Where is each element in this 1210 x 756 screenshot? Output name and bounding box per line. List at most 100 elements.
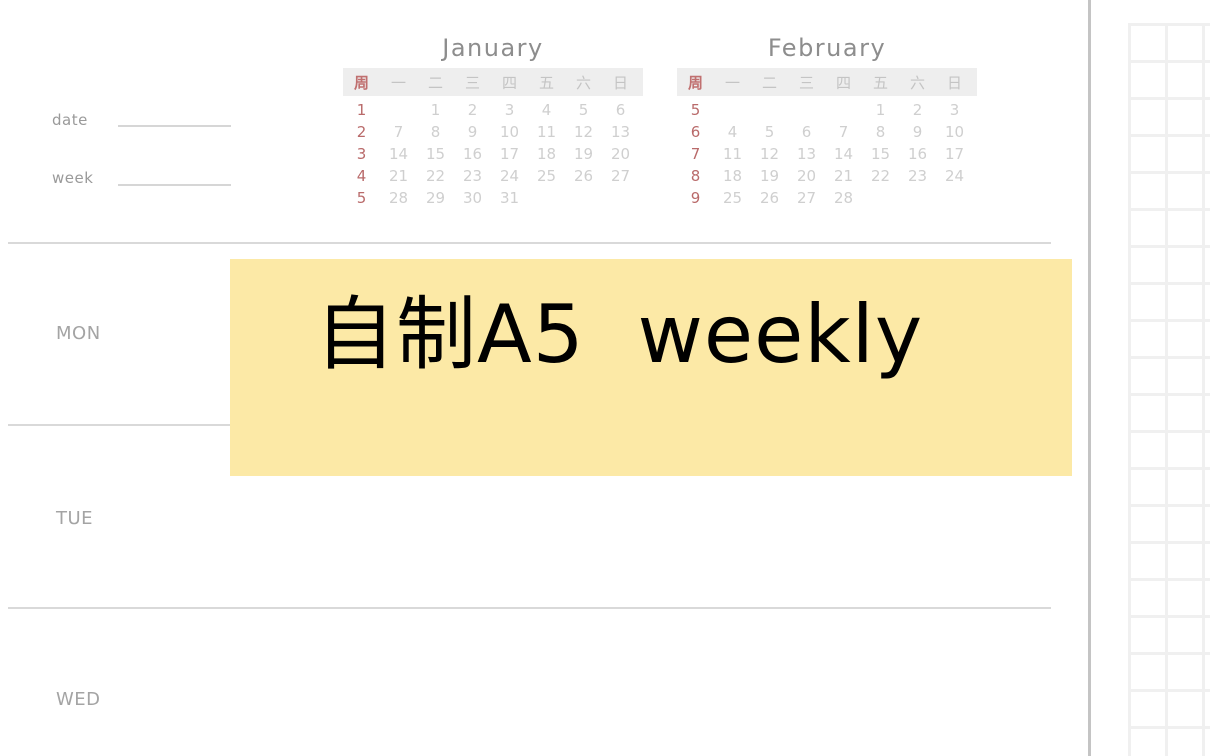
calendar-day: 20 — [796, 167, 817, 185]
calendar-day: 22 — [425, 167, 446, 185]
weekday-header: 五 — [872, 73, 888, 92]
month-title: February — [767, 34, 887, 62]
date-label: date — [52, 111, 88, 129]
calendar-day: 16 — [462, 145, 483, 163]
calendar-day: 23 — [462, 167, 483, 185]
calendar-february: February 周一二三四五六日 5 1 2 3 6 4 5 6 7 8 9 10 7 11 12 13 14 1… — [677, 30, 977, 209]
calendar-day: 3 — [949, 101, 960, 119]
week-number: 4 — [356, 167, 367, 185]
weekday-header: 六 — [575, 73, 591, 92]
calendar-day: 28 — [388, 189, 409, 207]
calendar-day: 6 — [615, 101, 626, 119]
calendar-day: 10 — [944, 123, 965, 141]
calendar-day: 15 — [870, 145, 891, 163]
calendar-day: 11 — [536, 123, 557, 141]
calendar-day: 29 — [425, 189, 446, 207]
calendar-week-row: 9 25 26 27 28 — [677, 187, 977, 209]
section-divider — [8, 242, 1051, 244]
calendar-day: 15 — [425, 145, 446, 163]
calendar-day: 27 — [610, 167, 631, 185]
calendar-day: 12 — [573, 123, 594, 141]
calendar-day: 19 — [573, 145, 594, 163]
calendar-day: 17 — [499, 145, 520, 163]
week-number: 2 — [356, 123, 367, 141]
day-label-wed: WED — [56, 689, 101, 710]
calendar-week-row: 4 21 22 23 24 25 26 27 — [343, 165, 643, 187]
weekday-header: 日 — [946, 73, 962, 92]
calendar-week-row: 5 1 2 3 — [677, 99, 977, 121]
calendar-grid: 周一二三四五六日 5 1 2 3 6 4 5 6 7 8 9 10 7 11 12 13 14 15 16 17 8 18 1… — [677, 68, 977, 209]
calendar-day: 31 — [499, 189, 520, 207]
calendar-day: 30 — [462, 189, 483, 207]
week-number: 9 — [690, 189, 701, 207]
calendar-day: 9 — [912, 123, 923, 141]
week-blank-line[interactable] — [118, 184, 231, 186]
weekday-header: 四 — [835, 73, 851, 92]
calendar-day: 14 — [833, 145, 854, 163]
calendar-grid: 周一二三四五六日 1 1 2 3 4 5 6 2 7 8 9 10 11 12 13 3 14 15 16 17 18 19… — [343, 68, 643, 209]
calendar-day: 2 — [912, 101, 923, 119]
calendar-january: January 周一二三四五六日 1 1 2 3 4 5 6 2 7 8 9 10 11 12 13 3 14 15… — [343, 30, 643, 209]
month-title: January — [442, 34, 544, 62]
calendar-day: 2 — [467, 101, 478, 119]
calendar-day: 3 — [504, 101, 515, 119]
day-label-tue: TUE — [56, 508, 94, 529]
banner-title: 自制A5 weekly — [315, 288, 924, 381]
weekday-header: 三 — [464, 73, 480, 92]
calendar-day: 18 — [536, 145, 557, 163]
calendar-day: 21 — [833, 167, 854, 185]
calendar-day: 28 — [833, 189, 854, 207]
calendar-day: 16 — [907, 145, 928, 163]
page-divider — [1088, 0, 1091, 756]
calendar-day: 13 — [610, 123, 631, 141]
week-number: 5 — [356, 189, 367, 207]
calendar-day: 4 — [541, 101, 552, 119]
week-number: 3 — [356, 145, 367, 163]
grid-paper — [1128, 23, 1210, 756]
calendar-day: 11 — [722, 145, 743, 163]
week-number: 8 — [690, 167, 701, 185]
calendar-week-row: 7 11 12 13 14 15 16 17 — [677, 143, 977, 165]
calendar-week-row: 3 14 15 16 17 18 19 20 — [343, 143, 643, 165]
day-label-mon: MON — [56, 323, 101, 344]
week-label: week — [52, 169, 94, 187]
calendar-week-row: 1 1 2 3 4 5 6 — [343, 99, 643, 121]
date-blank-line[interactable] — [118, 125, 231, 127]
calendar-day: 27 — [796, 189, 817, 207]
calendar-day: 18 — [722, 167, 743, 185]
weekday-header: 一 — [390, 73, 406, 92]
week-number: 6 — [690, 123, 701, 141]
calendar-day: 19 — [759, 167, 780, 185]
calendar-day: 12 — [759, 145, 780, 163]
weekday-header: 六 — [909, 73, 925, 92]
calendar-day: 6 — [801, 123, 812, 141]
calendar-day: 24 — [944, 167, 965, 185]
calendar-day: 7 — [393, 123, 404, 141]
calendar-week-row: 5 28 29 30 31 — [343, 187, 643, 209]
calendar-day: 17 — [944, 145, 965, 163]
week-number: 7 — [690, 145, 701, 163]
weekday-header: 三 — [798, 73, 814, 92]
calendar-day: 24 — [499, 167, 520, 185]
calendar-week-row: 2 7 8 9 10 11 12 13 — [343, 121, 643, 143]
calendar-day: 8 — [430, 123, 441, 141]
week-column-header: 周 — [353, 73, 369, 92]
calendar-week-row: 6 4 5 6 7 8 9 10 — [677, 121, 977, 143]
calendar-day: 23 — [907, 167, 928, 185]
calendar-day: 20 — [610, 145, 631, 163]
calendar-day: 5 — [764, 123, 775, 141]
calendar-day: 25 — [536, 167, 557, 185]
calendar-day: 5 — [578, 101, 589, 119]
week-number: 1 — [356, 101, 367, 119]
calendar-header-row: 周一二三四五六日 — [677, 68, 977, 96]
calendar-day: 1 — [875, 101, 886, 119]
weekday-header: 二 — [427, 73, 443, 92]
calendar-day: 8 — [875, 123, 886, 141]
week-number: 5 — [690, 101, 701, 119]
calendar-day: 26 — [573, 167, 594, 185]
calendar-day: 14 — [388, 145, 409, 163]
calendar-header-row: 周一二三四五六日 — [343, 68, 643, 96]
calendar-day: 4 — [727, 123, 738, 141]
weekday-header: 四 — [501, 73, 517, 92]
calendar-day: 26 — [759, 189, 780, 207]
